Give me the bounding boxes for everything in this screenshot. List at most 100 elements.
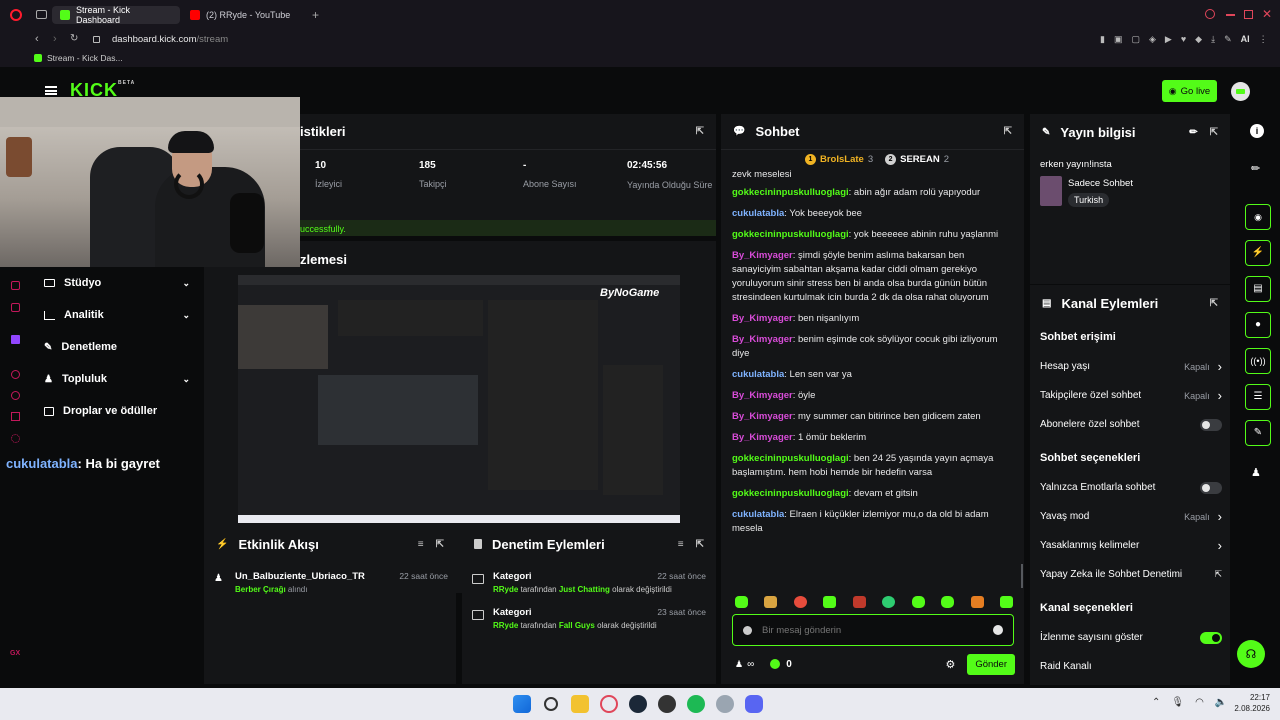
camera-icon[interactable]: ◉ xyxy=(1245,204,1271,230)
back-icon[interactable]: ‹ xyxy=(35,33,39,45)
sidebar-item-studio[interactable]: Stüdyo ⌄ xyxy=(44,277,190,289)
chat-username[interactable]: By_Kimyager xyxy=(732,250,793,261)
stream-preview[interactable]: ByNoGame xyxy=(238,275,680,523)
kick-points-icon[interactable] xyxy=(770,659,781,669)
tab-kick-dashboard[interactable]: Stream - Kick Dashboard xyxy=(52,5,180,25)
chat-username[interactable]: gokkecininpuskulluoglagi xyxy=(732,453,849,464)
opera-logo-icon[interactable] xyxy=(10,9,22,21)
emote-icon[interactable] xyxy=(764,596,778,608)
shield-icon[interactable]: ◈ xyxy=(1149,34,1156,45)
history-icon[interactable] xyxy=(11,391,20,400)
opera-gx-icon[interactable] xyxy=(600,695,618,713)
close-window-icon[interactable]: ✕ xyxy=(1262,7,1272,21)
avatar[interactable] xyxy=(1231,82,1250,101)
reload-icon[interactable]: ↻ xyxy=(70,33,78,44)
emote-icon[interactable] xyxy=(911,596,925,608)
download-icon[interactable]: ⤓ xyxy=(1211,34,1215,45)
play-icon[interactable]: ▶ xyxy=(1165,34,1172,45)
emote-icon[interactable] xyxy=(941,596,955,608)
tray-chevron-icon[interactable]: ⌃ xyxy=(1152,697,1160,708)
broadcast-icon[interactable]: ((•)) xyxy=(1245,348,1271,374)
cube-icon[interactable]: ◆ xyxy=(1195,34,1202,45)
emote-icon[interactable] xyxy=(999,596,1013,608)
chat-username[interactable]: gokkecininpuskulluoglagi xyxy=(732,187,849,198)
toggle-switch[interactable] xyxy=(1200,631,1222,644)
wrench-icon[interactable]: ✎ xyxy=(1245,420,1271,446)
chat-input[interactable] xyxy=(762,624,983,636)
url-field[interactable]: dashboard.kick.com/stream xyxy=(112,34,228,45)
record-icon[interactable] xyxy=(11,370,20,379)
popout-icon[interactable]: ⇱ xyxy=(696,126,704,137)
send-button[interactable]: Gönder xyxy=(967,653,1015,675)
settings-icon[interactable] xyxy=(11,434,20,443)
users-icon[interactable]: ♟ xyxy=(1251,466,1261,479)
chat-username[interactable]: By_Kimyager xyxy=(732,313,793,324)
info-icon[interactable]: i xyxy=(1250,124,1264,138)
forward-icon[interactable]: › xyxy=(53,33,57,45)
channel-action-row[interactable]: İzlenme sayısını göster xyxy=(1040,623,1222,652)
filter-icon[interactable]: ≡ xyxy=(418,539,424,550)
sidebar-item-analytics[interactable]: Analitik ⌄ xyxy=(44,309,190,321)
chat-settings-icon[interactable]: ⚙ xyxy=(945,658,955,671)
chat-username[interactable]: cukulatabla xyxy=(732,208,784,219)
go-live-button[interactable]: ◉ Go live xyxy=(1162,80,1217,102)
users-icon[interactable]: ♟ xyxy=(735,659,743,670)
mic-icon[interactable]: 🎙 xyxy=(1171,697,1184,708)
analytics-icon[interactable] xyxy=(11,303,20,312)
search-tabs-icon[interactable] xyxy=(1205,9,1215,19)
screenshot-icon[interactable]: ▣ xyxy=(1114,34,1123,45)
chat-username[interactable]: gokkecininpuskulluoglagi xyxy=(732,488,849,499)
obs-icon[interactable] xyxy=(658,695,676,713)
popout-icon[interactable]: ⇱ xyxy=(696,539,704,550)
channel-action-row[interactable]: Raid Kanalı xyxy=(1040,652,1222,681)
channel-action-row[interactable]: Abonelere özel sohbet xyxy=(1040,410,1222,439)
file-explorer-icon[interactable] xyxy=(571,695,589,713)
chat-username[interactable]: By_Kimyager xyxy=(732,411,793,422)
toggle-switch[interactable] xyxy=(1200,481,1222,494)
infinity-icon[interactable]: ∞ xyxy=(747,659,754,670)
sidebar-item-moderation[interactable]: ✎ Denetleme xyxy=(44,341,190,353)
gx-icon[interactable]: GX xyxy=(10,650,20,657)
top-chatter-2[interactable]: 2 SEREAN 2 xyxy=(885,154,949,165)
channel-action-row[interactable]: Yavaş mod Kapalı › xyxy=(1040,502,1222,531)
steam-icon[interactable] xyxy=(629,695,647,713)
ai-button[interactable]: AI xyxy=(1241,34,1250,45)
chat-username[interactable]: By_Kimyager xyxy=(732,390,793,401)
search-icon[interactable] xyxy=(544,697,558,711)
emote-icon[interactable] xyxy=(735,596,748,608)
pencil-icon[interactable]: ✏ xyxy=(1251,162,1260,175)
popout-icon[interactable]: ⇱ xyxy=(1004,126,1012,137)
menu-dots-icon[interactable]: ⋮ xyxy=(1259,34,1268,45)
magic-icon[interactable]: ✎ xyxy=(1224,34,1232,45)
chat-username[interactable]: cukulatabla xyxy=(732,509,784,520)
heart-icon[interactable]: ♥ xyxy=(1181,34,1186,45)
extensions-icon[interactable]: ▢ xyxy=(1131,34,1140,45)
wifi-icon[interactable]: ◠ xyxy=(1195,697,1204,708)
lightning-icon[interactable]: ⚡ xyxy=(1245,240,1271,266)
top-chatter-1[interactable]: 1 BroIsLate 3 xyxy=(805,154,873,165)
edit-icon[interactable]: ✏ xyxy=(1189,127,1197,138)
channel-action-row[interactable]: Yasaklanmış kelimeler › xyxy=(1040,531,1222,560)
chat-username[interactable]: By_Kimyager xyxy=(732,432,793,443)
chat-username[interactable]: cukulatabla xyxy=(732,369,784,380)
chat-username[interactable]: gokkecininpuskulluoglagi xyxy=(732,229,849,240)
support-bubble-icon[interactable]: ☊ xyxy=(1237,640,1265,668)
windows-start-icon[interactable] xyxy=(513,695,531,713)
channel-action-row[interactable]: Takipçilere özel sohbet Kapalı › xyxy=(1040,381,1222,410)
popout-icon[interactable]: ⇱ xyxy=(1210,127,1218,138)
emote-icon[interactable] xyxy=(852,596,866,608)
studio-icon[interactable] xyxy=(11,281,20,290)
sidebar-item-drops[interactable]: Droplar ve ödüller xyxy=(44,405,190,417)
channel-action-row[interactable]: Yalnızca Emotlarla sohbet xyxy=(1040,473,1222,502)
stream-tag[interactable]: Turkish xyxy=(1068,193,1110,207)
sidebar-item-community[interactable]: ♟ Topluluk ⌄ xyxy=(44,373,190,385)
channel-action-row[interactable]: Yapay Zeka ile Sohbet Denetimi ⇱ xyxy=(1040,560,1222,589)
cube-icon[interactable] xyxy=(11,412,20,421)
twitch-icon[interactable] xyxy=(11,335,20,344)
maximize-button[interactable] xyxy=(1244,10,1253,19)
chat-scrollbar[interactable] xyxy=(1021,564,1023,588)
clock[interactable]: 22:17 2.08.2026 xyxy=(1228,692,1270,714)
tab-switcher-icon[interactable] xyxy=(36,10,47,19)
server-icon[interactable]: ☰ xyxy=(1245,384,1271,410)
chat-input-box[interactable] xyxy=(732,614,1014,646)
